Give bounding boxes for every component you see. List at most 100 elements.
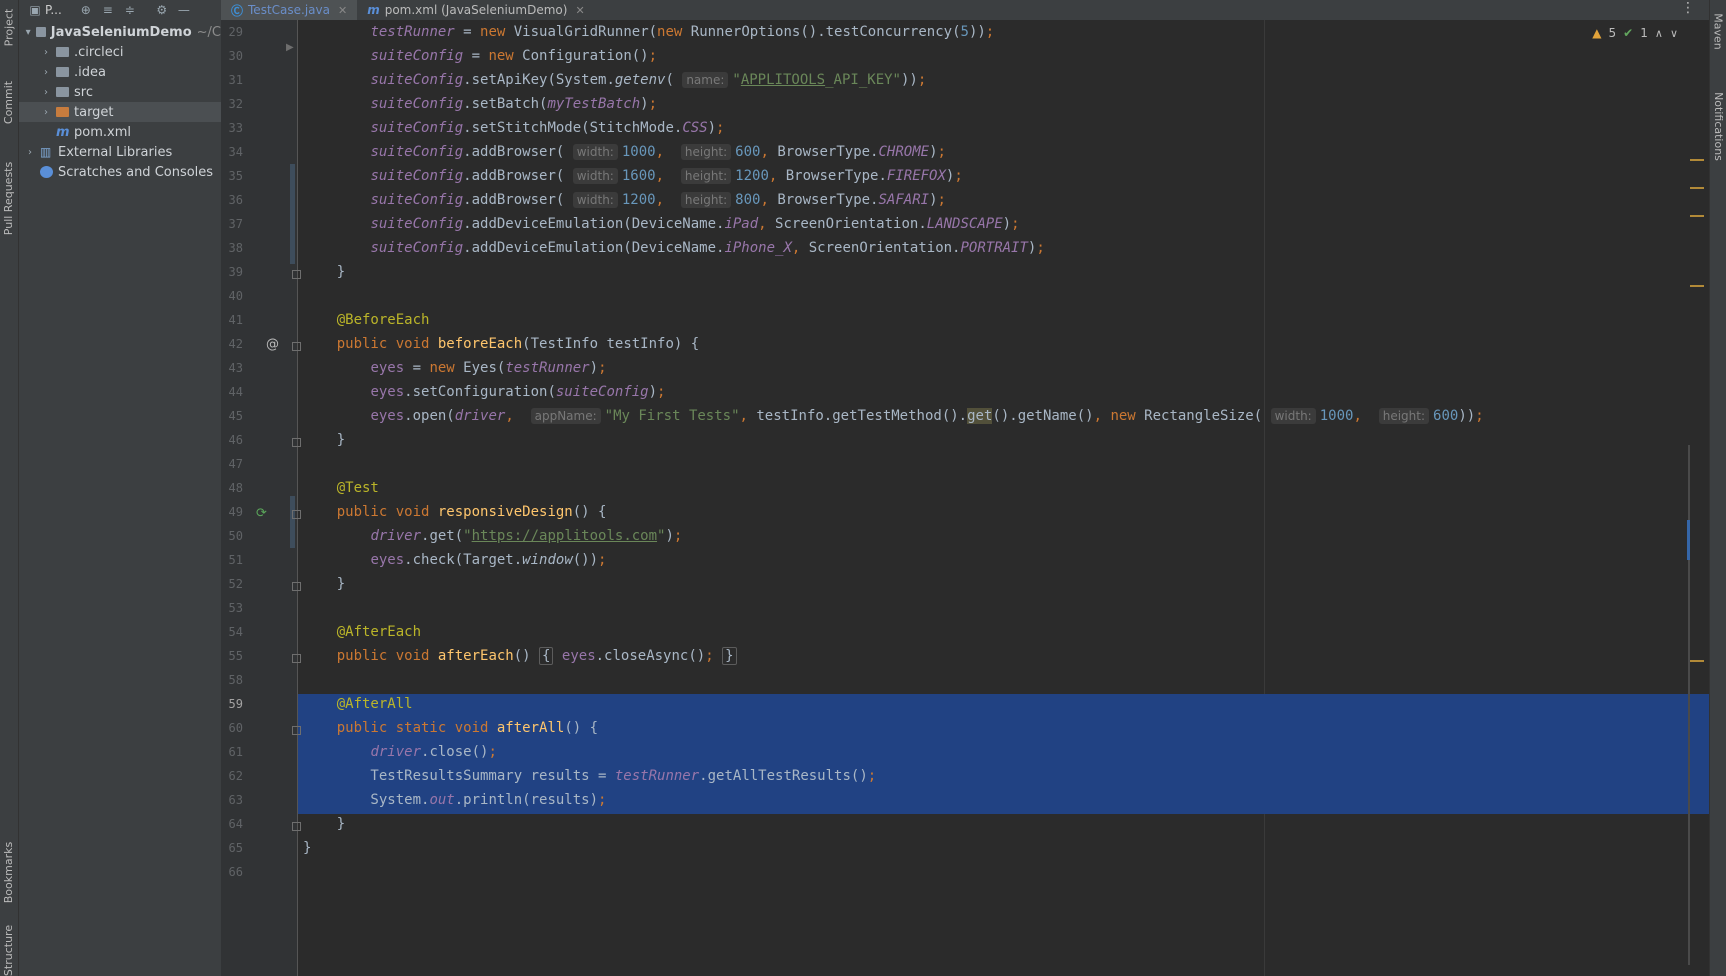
code-line[interactable]: suiteConfig.addBrowser( width: 1000, heig…	[303, 140, 946, 164]
code-line[interactable]: eyes.setConfiguration(suiteConfig);	[303, 380, 665, 404]
code-line[interactable]: }	[303, 812, 345, 836]
fold-marker-icon[interactable]	[292, 510, 301, 519]
tree-item-external-libraries[interactable]: › ▥ External Libraries	[19, 142, 221, 162]
code-line[interactable]: suiteConfig = new Configuration();	[303, 44, 657, 68]
vertical-scrollbar-thumb[interactable]	[1687, 520, 1690, 560]
tree-item-root[interactable]: ▾ JavaSeleniumDemo ~/C	[19, 22, 221, 42]
code-line[interactable]: }	[303, 572, 345, 596]
chevron-right-icon[interactable]: ›	[39, 47, 53, 58]
code-line[interactable]: @AfterEach	[303, 620, 421, 644]
maven-file-icon: m	[367, 3, 380, 17]
code-line[interactable]: suiteConfig.setStitchMode(StitchMode.CSS…	[303, 116, 724, 140]
fold-marker-icon[interactable]	[292, 582, 301, 591]
code-line[interactable]: }	[303, 428, 345, 452]
line-number: 49	[228, 505, 243, 519]
tree-item-pom[interactable]: m pom.xml	[19, 122, 221, 142]
hide-icon[interactable]: —	[176, 3, 192, 17]
tree-item-label: target	[74, 104, 114, 120]
code-line[interactable]: public void beforeEach(TestInfo testInfo…	[303, 332, 699, 356]
project-view-icon[interactable]: ▣	[27, 3, 43, 17]
folder-icon	[56, 87, 69, 97]
error-stripe-mark[interactable]	[1690, 159, 1704, 161]
tree-item-scratches[interactable]: Scratches and Consoles	[19, 162, 221, 182]
chevron-down-icon[interactable]: ∨	[1670, 27, 1678, 40]
error-stripe-mark[interactable]	[1690, 285, 1704, 287]
code-line[interactable]: suiteConfig.addBrowser( width: 1600, heig…	[303, 164, 963, 188]
code-line[interactable]: @AfterAll	[303, 692, 413, 716]
tree-item-path: ~/C	[196, 24, 221, 40]
code-line[interactable]: driver.close();	[303, 740, 496, 764]
fold-marker-icon[interactable]	[292, 270, 301, 279]
chevron-down-icon[interactable]: ▾	[23, 27, 33, 38]
chevron-right-icon[interactable]: ›	[23, 147, 37, 158]
tool-tab-commit[interactable]: Commit	[0, 76, 18, 128]
gear-icon[interactable]: ⚙	[154, 3, 170, 17]
code-line[interactable]: suiteConfig.addDeviceEmulation(DeviceNam…	[303, 212, 1019, 236]
code-line[interactable]: System.out.println(results);	[303, 788, 606, 812]
code-line[interactable]: TestResultsSummary results = testRunner.…	[303, 764, 876, 788]
run-arrow-icon[interactable]: ▶	[286, 36, 294, 60]
line-number: 47	[228, 457, 243, 471]
code-line[interactable]: public static void afterAll() {	[303, 716, 598, 740]
tree-item-idea[interactable]: › .idea	[19, 62, 221, 82]
run-test-icon[interactable]: ⟳	[256, 502, 267, 526]
tool-tab-structure[interactable]: Structure	[0, 924, 18, 975]
code-line[interactable]: public void responsiveDesign() {	[303, 500, 607, 524]
tab-label: pom.xml (JavaSeleniumDemo)	[384, 3, 568, 17]
project-title[interactable]: P...	[45, 3, 62, 17]
implements-at-icon[interactable]: @	[266, 333, 279, 357]
folder-icon	[56, 67, 69, 77]
tab-testcase-java[interactable]: Ⓒ TestCase.java ✕	[221, 0, 358, 20]
error-stripe-mark[interactable]	[1690, 660, 1704, 662]
fold-marker-icon[interactable]	[292, 342, 301, 351]
tree-item-target[interactable]: › target	[19, 102, 221, 122]
line-number: 51	[228, 553, 243, 567]
chevron-up-icon[interactable]: ∧	[1655, 27, 1663, 40]
code-line[interactable]: driver.get("https://applitools.com");	[303, 524, 682, 548]
line-number: 35	[228, 169, 243, 183]
tool-tab-project[interactable]: Project	[0, 2, 18, 52]
tool-tab-bookmarks[interactable]: Bookmarks	[0, 832, 18, 912]
tool-tab-maven[interactable]: Maven	[1710, 4, 1726, 58]
expand-all-icon[interactable]: ≡	[100, 3, 116, 17]
code-line[interactable]: }	[303, 836, 311, 860]
code-line[interactable]: eyes.open(driver, appName: "My First Test…	[303, 404, 1484, 428]
code-line[interactable]: @Test	[303, 476, 379, 500]
fold-marker-icon[interactable]	[292, 822, 301, 831]
code-line[interactable]: testRunner = new VisualGridRunner(new Ru…	[303, 20, 994, 44]
tree-item-src[interactable]: › src	[19, 82, 221, 102]
code-line[interactable]: suiteConfig.addBrowser( width: 1200, heig…	[303, 188, 946, 212]
locate-icon[interactable]: ⊕	[78, 3, 94, 17]
code-line[interactable]: suiteConfig.setApiKey(System.getenv( nam…	[303, 68, 926, 92]
fold-marker-icon[interactable]	[292, 438, 301, 447]
tool-tab-pull-requests[interactable]: Pull Requests	[0, 152, 18, 244]
chevron-right-icon[interactable]: ›	[39, 67, 53, 78]
fold-marker-icon[interactable]	[292, 654, 301, 663]
error-stripe-mark[interactable]	[1690, 215, 1704, 217]
chevron-right-icon[interactable]: ›	[39, 107, 53, 118]
fold-marker-icon[interactable]	[292, 726, 301, 735]
collapse-all-icon[interactable]: ≑	[122, 3, 138, 17]
code-line[interactable]: eyes.check(Target.window());	[303, 548, 606, 572]
line-number: 33	[228, 121, 243, 135]
more-options-icon[interactable]: ⋮	[1681, 0, 1695, 16]
line-number: 40	[228, 289, 243, 303]
project-tool-window: ▣ P... ⊕ ≡ ≑ ⚙ — ▾ JavaSeleniumDemo ~/C …	[19, 0, 221, 976]
code-line[interactable]: suiteConfig.setBatch(myTestBatch);	[303, 92, 657, 116]
error-stripe-mark[interactable]	[1690, 187, 1704, 189]
editor-tab-bar: Ⓒ TestCase.java ✕ m pom.xml (JavaSeleniu…	[221, 0, 1709, 20]
code-line[interactable]: @BeforeEach	[303, 308, 430, 332]
close-icon[interactable]: ✕	[338, 4, 347, 17]
inspections-widget[interactable]: ▲ 5 ✔ 1 ∧ ∨	[1592, 26, 1678, 40]
close-icon[interactable]: ✕	[575, 4, 584, 17]
project-tree: ▾ JavaSeleniumDemo ~/C › .circleci › .id…	[19, 22, 221, 182]
code-line[interactable]: public void afterEach() { eyes.closeAsyn…	[303, 644, 737, 668]
tool-tab-notifications[interactable]: Notifications	[1710, 80, 1726, 172]
tab-pom-xml[interactable]: m pom.xml (JavaSeleniumDemo) ✕	[357, 0, 594, 20]
tree-item-circleci[interactable]: › .circleci	[19, 42, 221, 62]
line-number: 60	[228, 721, 243, 735]
code-line[interactable]: suiteConfig.addDeviceEmulation(DeviceNam…	[303, 236, 1044, 260]
code-line[interactable]: }	[303, 260, 345, 284]
chevron-right-icon[interactable]: ›	[39, 87, 53, 98]
code-line[interactable]: eyes = new Eyes(testRunner);	[303, 356, 606, 380]
